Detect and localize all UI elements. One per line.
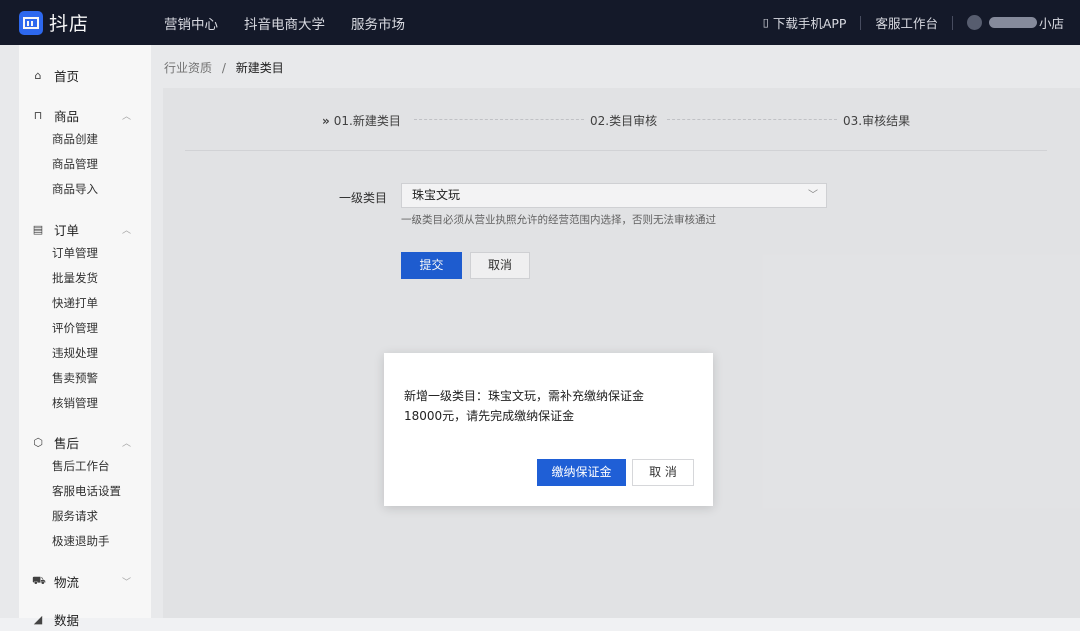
pay-deposit-button[interactable]: 缴纳保证金 (537, 459, 626, 486)
dialog-message-line1: 新增一级类目：珠宝文玩，需补充缴纳保证金 (404, 389, 645, 403)
dialog-message: 新增一级类目：珠宝文玩，需补充缴纳保证金 18000元，请先完成缴纳保证金 (404, 386, 694, 426)
dialog-cancel-button[interactable]: 取 消 (632, 459, 694, 486)
deposit-dialog: 新增一级类目：珠宝文玩，需补充缴纳保证金 18000元，请先完成缴纳保证金 缴纳… (384, 353, 713, 506)
modal-overlay (0, 0, 1080, 618)
dialog-message-line2: 18000元，请先完成缴纳保证金 (404, 409, 575, 423)
